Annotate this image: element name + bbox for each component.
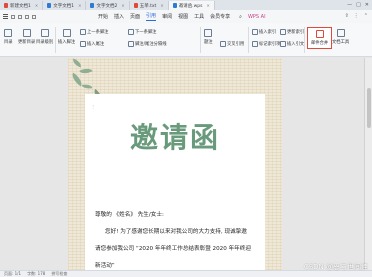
leaf-decoration: [81, 83, 93, 90]
greeting-line: 尊敬的 《姓名》 先生/女士:: [95, 212, 164, 218]
arrow-up-icon: [80, 29, 86, 35]
menu-review[interactable]: 审阅: [162, 13, 172, 20]
arrow-down-icon: [128, 29, 134, 35]
more-icon[interactable]: ⋮: [354, 13, 359, 19]
body-line-3: 新活动”: [95, 263, 115, 269]
menu-insert[interactable]: 插入: [114, 13, 124, 20]
body-line-1: 您好! 为了感谢您长期以来对我公司的大力支持, 现诚挚邀: [105, 229, 247, 235]
watermark-text: CSDN @恩与世间佳: [303, 263, 368, 271]
document-icon: [47, 3, 52, 8]
tab-text-doc-2[interactable]: 文字文档2 ✕: [86, 1, 130, 10]
index-icon: [252, 29, 258, 35]
prev-footnote-button[interactable]: 上一条脚注: [80, 29, 108, 35]
footnote-icon: [62, 29, 71, 37]
menu-view[interactable]: 视图: [178, 13, 188, 20]
toc-level-button[interactable]: 目录级别: [36, 29, 53, 45]
insert-endnote-button[interactable]: 插入尾注: [80, 41, 104, 47]
mail-merge-icon: [315, 30, 324, 38]
caption-button[interactable]: 题注: [204, 29, 213, 45]
ribbon-divider: [55, 27, 56, 53]
redo-icon[interactable]: [32, 14, 36, 19]
tab-names-txt[interactable]: 五单.txt ✕: [130, 1, 169, 10]
ribbon-divider: [248, 27, 249, 53]
cross-reference-button[interactable]: 交叉引用: [220, 41, 244, 47]
update-toc-button[interactable]: 更新目录: [18, 29, 35, 45]
citation-icon: [280, 41, 286, 47]
toc-button[interactable]: 目录: [4, 29, 13, 45]
body-line-2: 请您参加我公司 “2020 年年终工作总结表彰暨 2020 年年终迎: [95, 246, 251, 252]
page-count: 页面: 1/1: [4, 271, 22, 276]
close-icon[interactable]: ✕: [160, 3, 163, 8]
close-window-button[interactable]: ✕: [365, 2, 369, 8]
document-tools-button[interactable]: 文档工具: [332, 29, 349, 45]
document-icon: [172, 3, 177, 8]
insert-footnote-button[interactable]: 插入脚注: [58, 29, 75, 45]
maximize-button[interactable]: □: [356, 2, 361, 8]
share-icon[interactable]: ⇪: [345, 13, 349, 19]
invitation-content: ⋮ 邀请函 尊敬的 《姓名》 先生/女士: 您好! 为了感谢您长期以来对我公司的…: [85, 94, 265, 270]
document-tab-bar: 新建文档1 ✕ 文字文档1 ✕ 文字文档2 ✕ 五单.txt ✕ 邀请函.wps ✕ — …: [0, 0, 372, 10]
invitation-title: 邀请函: [129, 121, 220, 154]
toc-icon: [4, 29, 13, 37]
endnote-icon: [80, 41, 86, 47]
spell-check[interactable]: 拼写检查: [51, 271, 67, 277]
list-level-icon: [40, 29, 49, 37]
tab-new-doc-1[interactable]: 新建文档1 ✕: [0, 1, 44, 10]
menu-references[interactable]: 引用: [146, 12, 157, 21]
word-count[interactable]: 字数: 178: [27, 271, 45, 277]
tools-icon: [336, 29, 345, 37]
leaf-decoration: [79, 65, 93, 77]
menu-page[interactable]: 页面: [130, 13, 140, 20]
save-icon[interactable]: [11, 14, 15, 19]
document-icon: [133, 3, 138, 8]
tab-invitation[interactable]: 邀请函.wps ✕: [168, 1, 215, 10]
menu-home[interactable]: 开始: [98, 13, 108, 20]
refresh-icon: [22, 29, 31, 37]
mark-icon: [252, 41, 258, 47]
caption-icon: [204, 29, 213, 37]
ribbon-divider: [304, 27, 305, 53]
drag-handle-icon[interactable]: ⋮: [91, 104, 95, 109]
document-page[interactable]: ⋮ 邀请函 尊敬的 《姓名》 先生/女士: 您好! 为了感谢您长期以来对我公司的…: [68, 58, 282, 270]
next-footnote-button[interactable]: 下一条脚注: [128, 29, 156, 35]
insert-citation-button[interactable]: 插入引文: [280, 41, 304, 47]
close-icon[interactable]: ✕: [35, 3, 38, 8]
refresh-icon: [280, 29, 286, 35]
vertical-scrollbar[interactable]: [364, 58, 372, 270]
scrollbar-thumb[interactable]: [367, 88, 371, 128]
print-icon[interactable]: [18, 14, 22, 19]
mark-index-button[interactable]: 标记索引项: [252, 41, 280, 47]
references-ribbon: 目录 更新目录 目录级别 插入脚注 上一条脚注 插入尾注 下一条脚注 脚注/尾注…: [0, 23, 372, 57]
wps-ai-button[interactable]: WPS AI: [248, 14, 266, 20]
close-icon[interactable]: ✕: [121, 3, 124, 8]
close-icon[interactable]: ✕: [207, 3, 210, 8]
footnote-separator-button[interactable]: 脚注/尾注分隔线: [128, 41, 167, 47]
search-icon[interactable]: ⌕: [239, 14, 242, 20]
window-controls: — □ ✕: [347, 2, 369, 8]
undo-icon[interactable]: [25, 14, 29, 19]
document-icon: [90, 3, 95, 8]
cross-reference-icon: [220, 41, 226, 47]
close-icon[interactable]: ✕: [78, 3, 81, 8]
document-icon: [4, 3, 8, 8]
leaf-decoration: [71, 58, 83, 68]
update-index-button[interactable]: 更新索引: [280, 29, 304, 35]
separator-icon: [128, 41, 134, 47]
ribbon-divider: [200, 27, 201, 53]
menu-bar: 开始 插入 页面 引用 审阅 视图 工具 会员专享 ⌕ WPS AI ⇪ ⋮ ⌃: [0, 10, 372, 23]
menu-icon[interactable]: [3, 14, 8, 19]
menu-member[interactable]: 会员专享: [210, 13, 230, 20]
chevron-up-icon[interactable]: ⌃: [364, 13, 368, 19]
menu-tools[interactable]: 工具: [194, 13, 204, 20]
document-workspace: ⋮ 邀请函 尊敬的 《姓名》 先生/女士: 您好! 为了感谢您长期以来对我公司的…: [0, 58, 364, 270]
insert-index-button[interactable]: 插入索引: [252, 29, 276, 35]
mail-merge-button[interactable]: 邮件合并: [307, 27, 333, 49]
minimize-button[interactable]: —: [347, 2, 352, 8]
tab-text-doc-1[interactable]: 文字文档1 ✕: [43, 1, 87, 10]
wps-writer-window: 新建文档1 ✕ 文字文档1 ✕ 文字文档2 ✕ 五单.txt ✕ 邀请函.wps ✕ — …: [0, 0, 372, 277]
